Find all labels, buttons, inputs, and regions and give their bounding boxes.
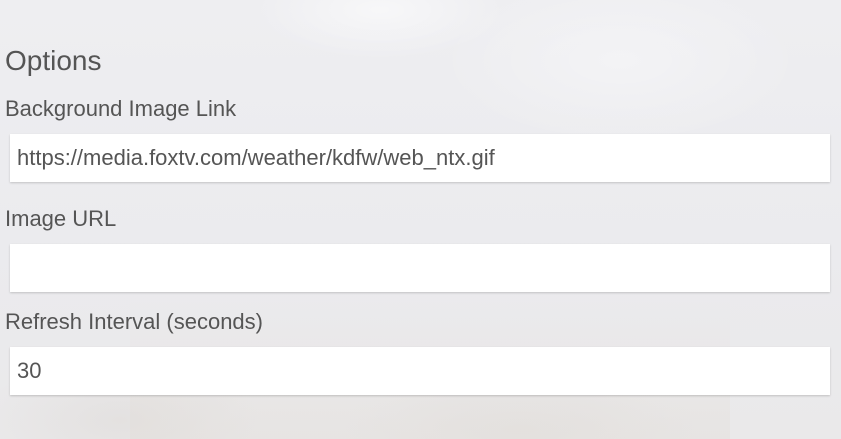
- refresh-interval-input[interactable]: [10, 347, 830, 395]
- background-image-link-input[interactable]: [10, 134, 830, 182]
- image-url-input[interactable]: [10, 244, 830, 292]
- options-title: Options: [5, 45, 102, 76]
- refresh-interval-label: Refresh Interval (seconds): [5, 309, 263, 334]
- background-image-link-label: Background Image Link: [5, 96, 237, 121]
- options-panel: Options Background Image Link Image URL …: [0, 0, 841, 439]
- image-url-label: Image URL: [5, 206, 117, 231]
